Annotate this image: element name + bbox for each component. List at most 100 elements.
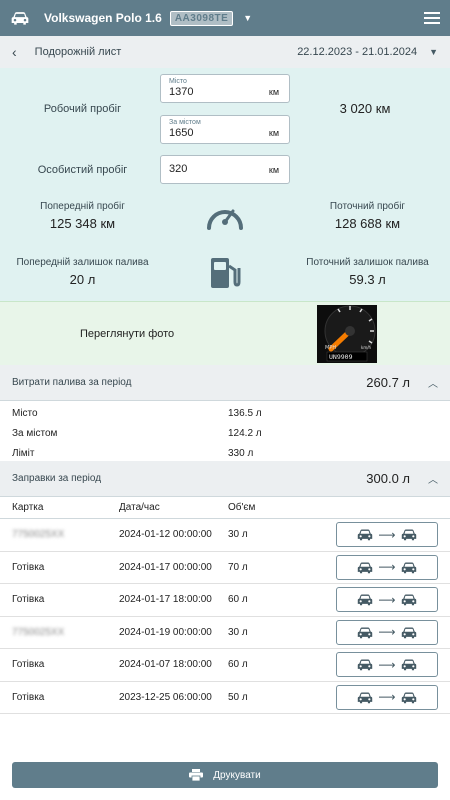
- car-icon: [401, 692, 416, 704]
- arrow-right-icon: ⟶: [378, 690, 396, 705]
- previous-mileage: Попередній пробіг 125 348 км: [20, 201, 145, 231]
- arrow-right-icon: ⟶: [378, 592, 396, 607]
- previous-mileage-label: Попередній пробіг: [40, 201, 125, 212]
- table-row: Готівка 2023-12-25 06:00:00 50 л ⟶: [0, 682, 450, 714]
- work-mileage-label: Робочий пробіг: [43, 103, 122, 115]
- fuel-consumption-list: Місто 136.5 л За містом 124.2 л Ліміт 33…: [0, 401, 450, 461]
- refuel-card: 7750025ХХ: [12, 529, 65, 541]
- list-item: За містом 124.2 л: [0, 423, 450, 443]
- refuels-table-body: 7750025ХХ 2024-01-12 00:00:00 30 л ⟶ Готівка…: [0, 519, 450, 714]
- previous-fuel-label: Попередній залишок палива: [16, 257, 149, 268]
- transfer-fuel-button[interactable]: ⟶: [336, 587, 438, 613]
- fuel-consumption-total: 260.7 л: [366, 375, 410, 390]
- transfer-fuel-button[interactable]: ⟶: [336, 522, 438, 548]
- car-icon: [358, 627, 373, 639]
- personal-field-value[interactable]: 320: [169, 163, 187, 175]
- current-mileage-label: Поточний пробіг: [329, 201, 406, 212]
- sub-header: ‹ Подорожній лист 22.12.2023 - 21.01.202…: [0, 36, 450, 68]
- refuel-card: Готівка: [12, 659, 45, 671]
- column-header-volume: Об'єм: [228, 502, 256, 513]
- print-button-label[interactable]: Друкувати: [213, 770, 260, 781]
- print-button[interactable]: Друкувати: [12, 762, 438, 788]
- refuel-volume: 60 л: [228, 659, 248, 671]
- city-field-label: Місто: [169, 78, 187, 85]
- list-item: Місто 136.5 л: [0, 403, 450, 423]
- car-icon: [401, 659, 416, 671]
- refuel-card: 7750025ХХ: [12, 626, 65, 638]
- refuels-total: 300.0 л: [366, 471, 410, 486]
- table-row: 7750025ХХ 2024-01-19 00:00:00 30 л ⟶: [0, 617, 450, 649]
- current-mileage: Поточний пробіг 128 688 км: [300, 201, 435, 231]
- car-icon: [358, 659, 373, 671]
- page-title: Подорожній лист: [34, 46, 122, 58]
- car-icon: [401, 627, 416, 639]
- personal-mileage-field[interactable]: 320 км: [160, 155, 290, 184]
- outside-city-mileage-field[interactable]: За містом 1650 км: [160, 115, 290, 144]
- personal-mileage-label: Особистий пробіг: [37, 164, 128, 176]
- speedometer-icon: [207, 209, 243, 230]
- refuel-datetime: 2023-12-25 06:00:00: [119, 691, 212, 703]
- refuel-card: Готівка: [12, 691, 45, 703]
- current-fuel: Поточний залишок палива 59.3 л: [295, 257, 440, 287]
- city-mileage-field[interactable]: Місто 1370 км: [160, 74, 290, 103]
- fuel-pump-icon: [211, 258, 241, 288]
- current-fuel-label: Поточний залишок палива: [306, 257, 429, 268]
- refuel-datetime: 2024-01-12 00:00:00: [119, 529, 212, 541]
- license-plate: АА3098ТЕ: [169, 10, 234, 26]
- period-selector[interactable]: 22.12.2023 - 21.01.2024: [297, 46, 417, 58]
- consumption-value: 330 л: [228, 447, 254, 459]
- city-field-unit: км: [268, 87, 279, 97]
- fuel-consumption-header[interactable]: Витрати палива за період 260.7 л ︿: [0, 365, 450, 401]
- top-bar: Volkswagen Polo 1.6 АА3098ТЕ ▼: [0, 0, 450, 36]
- column-header-datetime: Дата/час: [119, 502, 160, 513]
- transfer-fuel-button[interactable]: ⟶: [336, 652, 438, 678]
- consumption-label: Місто: [12, 407, 38, 419]
- fuel-consumption-title: Витрати палива за період: [12, 377, 132, 388]
- car-icon: [401, 594, 416, 606]
- back-icon[interactable]: ‹: [12, 44, 17, 60]
- list-item: Ліміт 330 л: [0, 443, 450, 463]
- transfer-fuel-button[interactable]: ⟶: [336, 554, 438, 580]
- refuel-datetime: 2024-01-17 00:00:00: [119, 561, 212, 573]
- odometer-photo[interactable]: MPH km/h UN9909: [317, 305, 377, 363]
- column-header-card: Картка: [12, 502, 44, 513]
- thumb-odometer: UN9909: [329, 353, 353, 361]
- consumption-label: Ліміт: [12, 447, 35, 459]
- car-icon: [358, 562, 373, 574]
- consumption-value: 124.2 л: [228, 427, 262, 439]
- refuel-volume: 60 л: [228, 594, 248, 606]
- car-icon: [401, 529, 416, 541]
- app-root: Volkswagen Polo 1.6 АА3098ТЕ ▼ ‹ Подорож…: [0, 0, 450, 800]
- current-fuel-value: 59.3 л: [349, 272, 386, 287]
- previous-mileage-value: 125 348 км: [49, 216, 116, 231]
- refuel-volume: 30 л: [228, 626, 248, 638]
- car-icon: [358, 692, 373, 704]
- transfer-fuel-button[interactable]: ⟶: [336, 684, 438, 710]
- arrow-right-icon: ⟶: [378, 625, 396, 640]
- city-field-value[interactable]: 1370: [169, 86, 193, 98]
- refuel-datetime: 2024-01-17 18:00:00: [119, 594, 212, 606]
- consumption-label: За містом: [12, 427, 58, 439]
- work-mileage-total: 3 020 км: [339, 101, 391, 116]
- table-row: Готівка 2024-01-17 00:00:00 70 л ⟶: [0, 552, 450, 584]
- menu-icon[interactable]: [424, 12, 440, 24]
- view-photo-label[interactable]: Переглянути фото: [80, 328, 174, 340]
- chevron-up-icon[interactable]: ︿: [428, 471, 438, 486]
- arrow-right-icon: ⟶: [378, 560, 396, 575]
- period-dropdown-icon[interactable]: ▼: [429, 47, 438, 57]
- photo-strip[interactable]: Переглянути фото MPH km/h UN9909: [0, 301, 450, 365]
- chevron-up-icon[interactable]: ︿: [428, 375, 438, 390]
- thumb-kmh: km/h: [361, 345, 372, 350]
- table-row: Готівка 2024-01-17 18:00:00 60 л ⟶: [0, 584, 450, 617]
- refuels-header[interactable]: Заправки за період 300.0 л ︿: [0, 461, 450, 497]
- refuel-volume: 50 л: [228, 691, 248, 703]
- outside-field-value[interactable]: 1650: [169, 127, 193, 139]
- printer-icon: [189, 769, 204, 781]
- car-icon: [401, 562, 416, 574]
- outside-field-unit: км: [268, 128, 279, 138]
- previous-fuel-value: 20 л: [69, 272, 96, 287]
- vehicle-dropdown-icon[interactable]: ▼: [243, 13, 252, 23]
- transfer-fuel-button[interactable]: ⟶: [336, 619, 438, 645]
- vehicle-title: Volkswagen Polo 1.6: [44, 11, 162, 25]
- current-mileage-value: 128 688 км: [334, 216, 401, 231]
